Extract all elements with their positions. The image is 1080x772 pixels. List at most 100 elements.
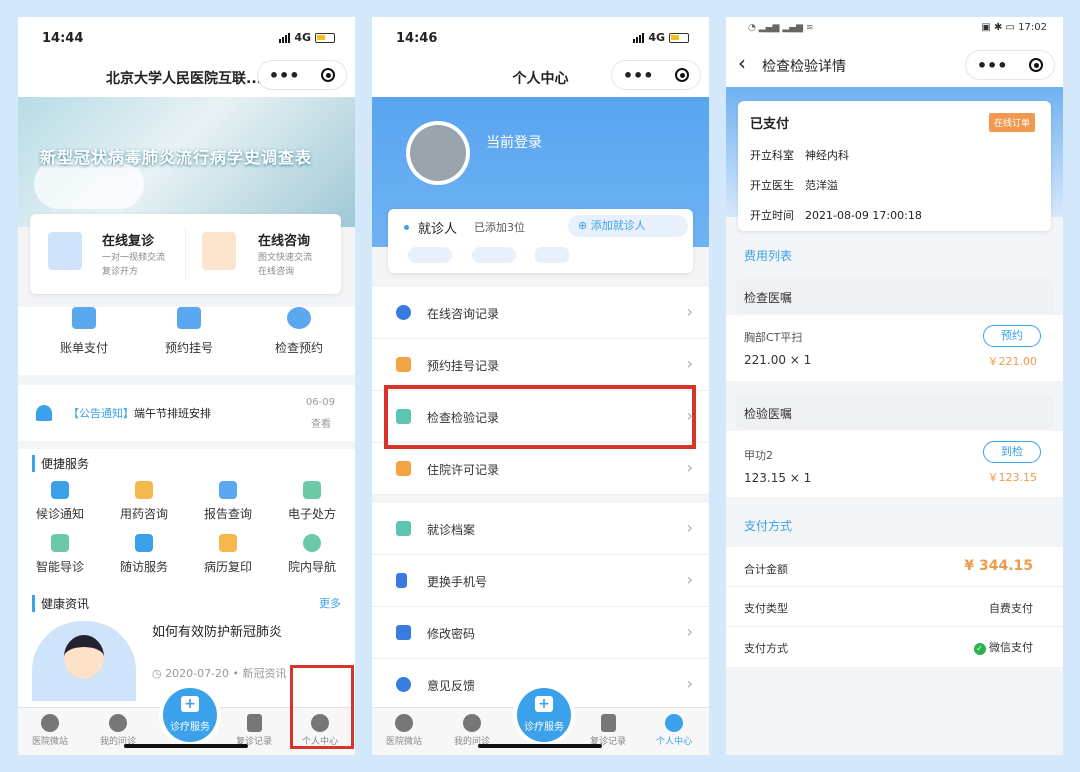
feature-online-revisit[interactable]: 在线复诊 一对一视频交流 复诊开方 [30,214,185,294]
banner[interactable]: 新型冠状病毒肺炎流行病学史调查表 [18,97,355,227]
service-item[interactable]: 院内导航 [270,534,354,575]
tab-clinical-service[interactable]: 诊疗服务 [517,688,571,742]
patient-chip[interactable] [472,247,516,263]
group-header: 检验医嘱 [736,395,1053,429]
pay-type-value: 自费支付 [989,602,1033,615]
tab-hospital[interactable]: 医院微站 [376,714,432,747]
status-bar: 14:46 4G [372,17,709,57]
service-item[interactable]: 电子处方 [270,481,354,522]
item-price: ￥123.15 [987,471,1038,484]
patient-count: 已添加3位 [474,221,525,234]
feature-title: 在线复诊 [102,234,155,249]
feature-sub: 一对一视频交流 [102,253,166,263]
signal-icon: ◔ ▂▄▆ ▂▄▆ ≋ [748,23,814,33]
clipboard-icon [246,714,262,732]
clock-icon [396,305,411,320]
avatar[interactable] [406,121,470,185]
chevron-right-icon: › [686,570,693,589]
article-title[interactable]: 如何有效防护新冠肺炎 [152,621,282,640]
user-icon [665,714,683,732]
feature-card: 在线复诊 一对一视频交流 复诊开方 在线咨询 图文快速交流 在线咨询 [30,214,341,294]
more-icon[interactable]: ••• [623,66,654,85]
service-item[interactable]: 用药咨询 [102,481,186,522]
chat-bubble-icon [109,714,127,732]
feature-sub: 在线咨询 [258,267,295,277]
more-icon[interactable]: ••• [977,56,1008,75]
close-mini-icon[interactable] [321,68,336,82]
quick-label: 预约挂号 [164,341,213,355]
chevron-right-icon: › [686,302,693,321]
fee-item: 胸部CT平扫 221.00 × 1 预约 ￥221.00 [726,315,1063,381]
article-date: 2020-07-20 [165,667,230,680]
chevron-right-icon: › [686,674,693,693]
tab-my-consult[interactable]: 我的问诊 [444,714,500,747]
group-header: 检查医嘱 [736,279,1053,313]
info-key: 开立医生 [750,179,794,192]
convenience-services: 便捷服务 候诊通知 用药咨询 报告查询 电子处方 智能导诊 随访服务 病历复印 … [18,449,355,597]
service-item[interactable]: 候诊通知 [18,481,102,522]
more-icon[interactable]: ••• [269,66,300,85]
menu-consult-records[interactable]: 在线咨询记录 › [372,287,709,339]
more-link[interactable]: 更多 [319,595,341,611]
quick-label: 检查预约 [274,341,323,355]
notice-view-link[interactable]: 查看 [311,415,331,430]
nav-bar: 个人中心 ••• [372,57,709,97]
tab-hospital[interactable]: 医院微站 [22,714,78,747]
menu-appointment-records[interactable]: 预约挂号记录 › [372,339,709,391]
tab-profile[interactable]: 个人中心 [646,714,702,747]
tab-revisit-records[interactable]: 复诊记录 [226,714,282,747]
patient-chip[interactable] [408,247,452,263]
service-label: 报告查询 [203,507,252,521]
item-qty: 123.15 × 1 [744,471,812,485]
tab-my-consult[interactable]: 我的问诊 [90,714,146,747]
capsule-menu[interactable]: ••• [611,60,701,90]
section-title: 便捷服务 [32,455,89,472]
tab-clinical-service[interactable]: 诊疗服务 [163,688,217,742]
menu-label: 修改密码 [427,627,476,641]
back-icon[interactable]: ‹ [738,51,746,75]
phone-icon [396,573,407,588]
close-mini-icon[interactable] [1029,58,1044,72]
close-mini-icon[interactable] [675,68,690,82]
menu-change-phone[interactable]: 更换手机号 › [372,555,709,607]
check-in-button[interactable]: 到检 [983,441,1041,463]
menu-admission-records[interactable]: 住院许可记录 › [372,443,709,495]
feature-online-consult[interactable]: 在线咨询 图文快速交流 在线咨询 [186,214,341,294]
calendar-icon [396,357,411,372]
order-status: 已支付 [750,117,790,132]
service-label: 病历复印 [203,560,252,574]
capsule-menu[interactable]: ••• [965,50,1055,80]
menu-label: 在线咨询记录 [427,307,500,321]
person-icon [287,307,311,329]
video-icon [48,232,82,270]
group-title: 检验医嘱 [744,407,793,421]
pay-type-row: 支付类型 自费支付 [726,587,1063,627]
page-title: 检查检验详情 [762,59,846,75]
chevron-right-icon: › [686,518,693,537]
patient-card: 就诊人 已添加3位 ⊕ 添加就诊人 [388,209,693,273]
service-item[interactable]: 病历复印 [186,534,270,575]
profile-screen: 14:46 4G 个人中心 ••• 当前登录 就诊人 已添加3位 ⊕ 添加就诊人… [372,17,709,755]
total-row: 合计金额 ¥ 344.15 [726,547,1063,587]
item-name: 胸部CT平扫 [744,331,803,344]
quick-appointment[interactable]: 预约挂号 [134,307,244,375]
notice-bar[interactable]: 【公告通知】端午节排班安排 06-09 查看 [18,385,355,441]
quick-bill-pay[interactable]: 账单支付 [34,307,134,375]
chevron-right-icon: › [686,622,693,641]
menu-medical-file[interactable]: 就诊档案 › [372,503,709,555]
patient-chip[interactable] [534,247,570,263]
quick-exam-booking[interactable]: 检查预约 [244,307,354,375]
service-item[interactable]: 随访服务 [102,534,186,575]
hospital-icon [41,714,59,732]
book-button[interactable]: 预约 [983,325,1041,347]
tab-revisit-records[interactable]: 复诊记录 [580,714,636,747]
menu-change-password[interactable]: 修改密码 › [372,607,709,659]
capsule-menu[interactable]: ••• [257,60,347,90]
service-item[interactable]: 智能导诊 [18,534,102,575]
folder-icon [396,521,411,536]
add-patient-button[interactable]: ⊕ 添加就诊人 [568,215,688,237]
pay-method-value: 微信支付 [989,641,1033,654]
info-value: 2021-08-09 17:00:18 [805,209,922,222]
service-item[interactable]: 报告查询 [186,481,270,522]
battery-icon: ▣ ✱ ▭ [981,22,1019,33]
